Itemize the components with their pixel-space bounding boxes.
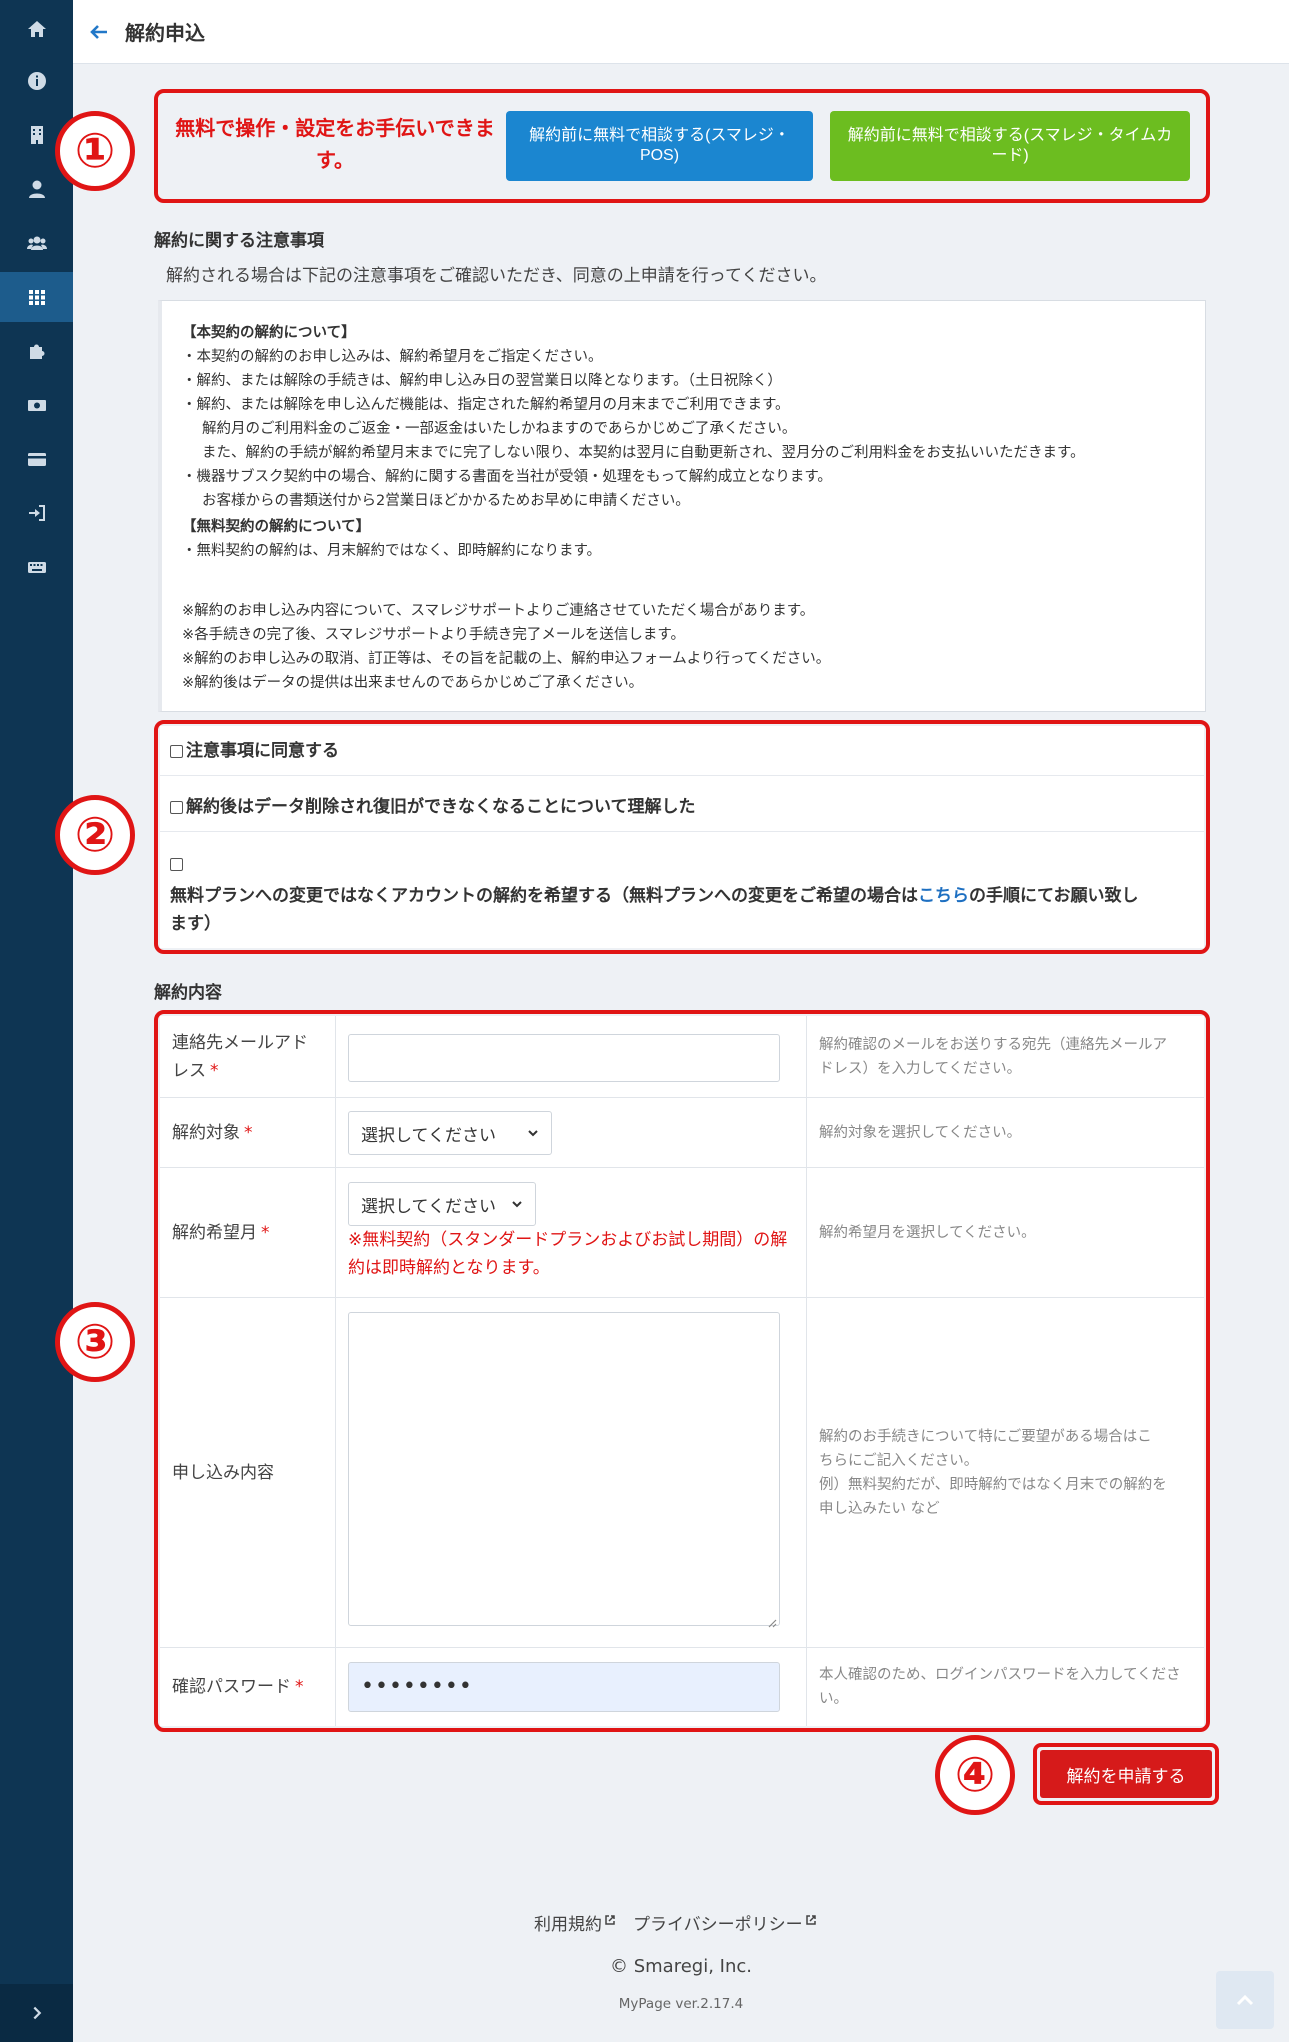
consult-pos-button[interactable]: 解約前に無料で相談する(スマレジ・POS) [506,111,813,181]
consult-timecard-button[interactable]: 解約前に無料で相談する(スマレジ・タイムカード) [830,111,1190,181]
keyboard-icon [27,562,46,573]
money-icon [27,400,46,411]
sidebar-item-home[interactable] [0,4,73,54]
sidebar-item-payment[interactable] [0,434,73,484]
callout-marker-2: ② [55,795,135,875]
notice-line: ・解約、または解除の手続きは、解約申し込み日の翌営業日以降となります。（土日祝除… [182,373,782,389]
help-offer-text: 無料で操作・設定をお手伝いできます。 [175,116,495,172]
notice-footnote: ※解約後はデータの提供は出来ませんのであらかじめご了承ください。 [182,675,644,691]
user-icon [28,180,45,198]
sidebar-item-keyboard[interactable] [0,542,73,592]
external-link-icon [805,1910,816,1925]
scroll-to-top-button[interactable] [1216,1971,1274,2029]
chevron-up-icon [1236,1994,1254,2006]
sidebar [0,0,73,2042]
sidebar-item-plugins[interactable] [0,326,73,376]
submit-cancellation-button[interactable]: 解約を申請する [1040,1750,1212,1798]
page-title: 解約申込 [125,21,205,45]
sidebar-item-users[interactable] [0,218,73,268]
notice-line: ・機器サブスク契約中の場合、解約に関する書面を当社が受領・処理をもって解約成立と… [182,469,832,485]
home-icon [27,21,46,37]
notice-title: 解約に関する注意事項 [154,231,324,251]
external-link-icon [605,1910,615,1925]
callout-marker-1: ① [55,111,135,191]
puzzle-icon [29,344,44,359]
notice-line: ・無料契約の解約は、月末解約ではなく、即時解約になります。 [182,543,602,559]
credit-card-icon [27,453,46,466]
notice-line: お客様からの書類送付から2営業日ほどかかるためお早めに申請ください。 [202,493,690,509]
back-arrow-icon[interactable] [87,20,111,44]
callout-box-2 [154,720,1210,954]
notice-footnote: ※解約のお申し込みの取消、訂正等は、その旨を記載の上、解約申込フォームより行って… [182,651,831,667]
notice-footnote: ※解約のお申し込み内容について、スマレジサポートよりご連絡させていただく場合があ… [182,603,815,619]
notice-box: 【本契約の解約について】 ・本契約の解約のお申し込みは、解約希望月をご指定くださ… [158,300,1206,712]
version-label: MyPage ver.2.17.4 [618,1996,744,2012]
sidebar-item-info[interactable] [0,56,73,106]
copyright: © Smaregi, Inc. [610,1956,752,1977]
callout-marker-3: ③ [55,1302,135,1382]
building-icon [30,126,43,144]
sidebar-item-billing[interactable] [0,380,73,430]
notice-heading-free: 【無料契約の解約について】 [182,519,371,535]
info-icon [27,72,46,90]
users-icon [26,236,47,250]
page-header: 解約申込 [73,0,1289,64]
callout-marker-4: ④ [935,1735,1015,1815]
form-title: 解約内容 [154,983,222,1003]
notice-line: ・解約、または解除を申し込んだ機能は、指定された解約希望月の月末までご利用できま… [182,397,790,413]
terms-link[interactable]: 利用規約 [534,1910,615,1935]
privacy-link[interactable]: プライバシーポリシー [633,1910,816,1935]
notice-heading-main: 【本契約の解約について】 [182,325,356,341]
sidebar-expand-button[interactable] [0,1984,73,2042]
notice-line: 解約月のご利用料金のご返金・一部返金はいたしかねますのであらかじめご了承ください… [202,421,797,437]
apps-grid-icon [28,290,45,305]
notice-footnote: ※各手続きの完了後、スマレジサポートより手続き完了メールを送信します。 [182,627,685,643]
callout-box-3 [154,1010,1210,1732]
sidebar-item-apps[interactable] [0,272,73,322]
sign-in-icon [28,505,45,521]
notice-line: また、解約の手続が解約希望月末までに完了しない限り、本契約は翌月に自動更新され、… [202,445,1085,461]
footer-links: 利用規約 プライバシーポリシー [534,1910,816,1935]
sidebar-item-login[interactable] [0,488,73,538]
notice-subtitle: 解約される場合は下記の注意事項をご確認いただき、同意の上申請を行ってください。 [166,266,827,286]
notice-line: ・本契約の解約のお申し込みは、解約希望月をご指定ください。 [182,349,603,365]
